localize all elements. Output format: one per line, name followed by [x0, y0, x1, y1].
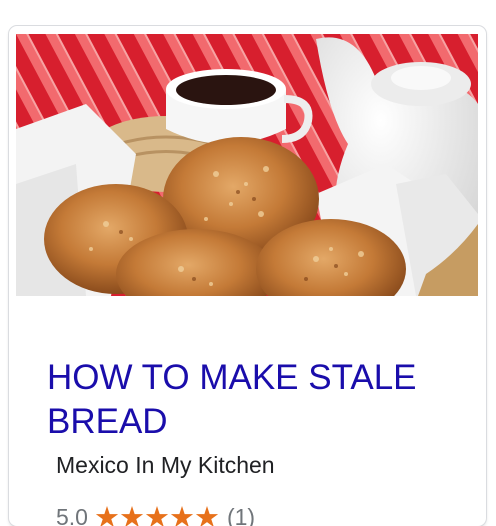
- recipe-title-link[interactable]: HOW TO MAKE STALE BREAD: [47, 356, 477, 444]
- recipe-source: Mexico In My Kitchen: [56, 451, 275, 479]
- rating-count: (1): [227, 504, 255, 526]
- recipe-card[interactable]: HOW TO MAKE STALE BREAD Mexico In My Kit…: [9, 26, 486, 526]
- star-icon: ★: [119, 502, 145, 526]
- rating-value: 5.0: [56, 504, 88, 526]
- star-icon: ★: [169, 502, 195, 526]
- star-rating: ★ ★ ★ ★ ★: [94, 502, 219, 526]
- star-icon: ★: [94, 502, 120, 526]
- star-icon: ★: [194, 502, 220, 526]
- star-icon: ★: [144, 502, 170, 526]
- rating-row: 5.0 ★ ★ ★ ★ ★ (1): [56, 502, 255, 526]
- recipe-photo[interactable]: [16, 34, 478, 296]
